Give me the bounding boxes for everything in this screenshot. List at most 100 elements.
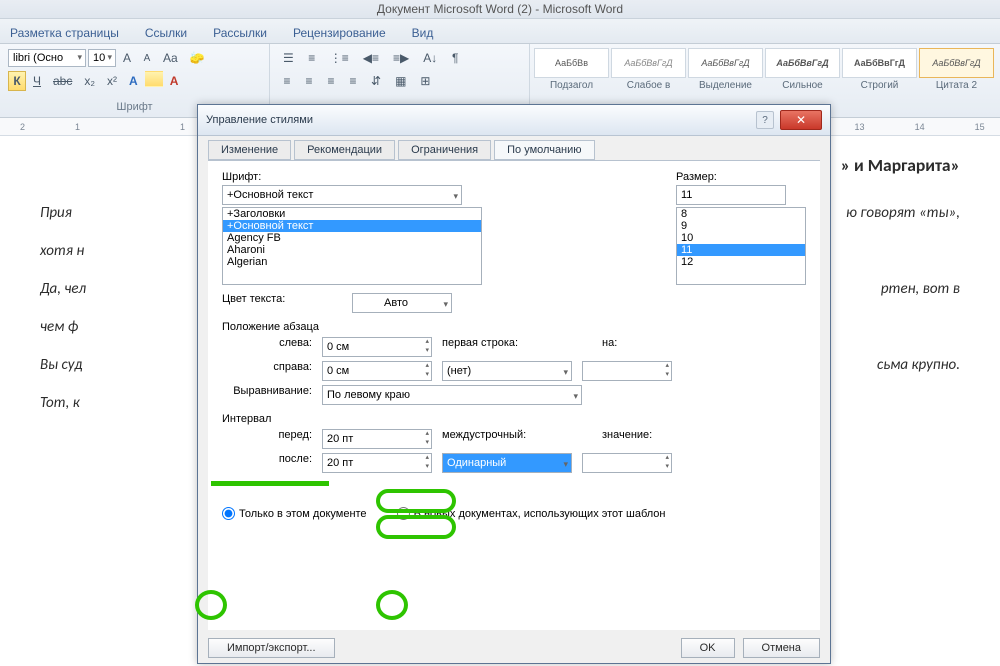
firstline-label: первая строка: — [442, 337, 592, 357]
list-item[interactable]: +Заголовки — [223, 208, 481, 220]
sort-icon[interactable]: A↓ — [418, 48, 442, 68]
bullets-icon[interactable]: ☰ — [278, 48, 299, 68]
na-input[interactable] — [582, 361, 672, 381]
size-listbox[interactable]: 8 9 10 11 12 — [676, 207, 806, 285]
align-left-icon[interactable]: ≡ — [278, 71, 296, 91]
list-item[interactable]: 9 — [677, 220, 805, 232]
bold-icon[interactable]: К — [8, 71, 26, 91]
style-name: Цитата 2 — [919, 80, 994, 91]
borders-icon[interactable]: ⊞ — [415, 71, 435, 91]
tab-edit[interactable]: Изменение — [208, 140, 291, 160]
text-effects-icon[interactable]: A — [124, 71, 143, 91]
manage-styles-dialog: Управление стилями ? ✕ Изменение Рекомен… — [197, 104, 831, 664]
interval-section: Интервал — [222, 413, 806, 425]
style-chip[interactable]: АаБбВвГгД — [688, 48, 763, 78]
list-item[interactable]: Agency FB — [223, 232, 481, 244]
close-icon[interactable]: ✕ — [780, 110, 822, 130]
tab-mailings[interactable]: Рассылки — [209, 23, 271, 43]
subscript-icon[interactable]: x₂ — [79, 71, 100, 91]
para-pos-section: Положение абзаца — [222, 321, 806, 333]
value-input[interactable] — [582, 453, 672, 473]
import-export-button[interactable]: Импорт/экспорт... — [208, 638, 335, 658]
value-label: значение: — [602, 429, 652, 449]
doc-text: ю говорят «ты», — [846, 204, 960, 222]
font-size-combo[interactable]: 10 — [88, 49, 116, 67]
tab-view[interactable]: Вид — [408, 23, 438, 43]
shrink-font-icon[interactable]: A — [138, 50, 156, 67]
change-case-icon[interactable]: Aa — [158, 48, 183, 68]
dialog-title: Управление стилями — [206, 114, 313, 126]
style-name: Сильное — [765, 80, 840, 91]
tab-review[interactable]: Рецензирование — [289, 23, 390, 43]
radio-this-doc[interactable]: Только в этом документе — [222, 507, 367, 520]
show-marks-icon[interactable]: ¶ — [446, 48, 464, 68]
ribbon-tabs: Разметка страницы Ссылки Рассылки Реценз… — [0, 19, 1000, 44]
before-label: перед: — [222, 429, 312, 449]
list-item[interactable]: 12 — [677, 256, 805, 268]
line-spacing-icon[interactable]: ⇵ — [366, 71, 386, 91]
grow-font-icon[interactable]: A — [118, 48, 136, 68]
right-label: справа: — [222, 361, 312, 381]
after-input[interactable]: 20 пт — [322, 453, 432, 473]
style-name: Выделение — [688, 80, 763, 91]
align-center-icon[interactable]: ≡ — [300, 71, 318, 91]
style-chip[interactable]: АаБбВвГгД — [919, 48, 994, 78]
align-right-icon[interactable]: ≡ — [322, 71, 340, 91]
cancel-button[interactable]: Отмена — [743, 638, 820, 658]
font-listbox[interactable]: +Заголовки +Основной текст Agency FB Aha… — [222, 207, 482, 285]
left-label: слева: — [222, 337, 312, 357]
multilevel-icon[interactable]: ⋮≡ — [325, 48, 354, 68]
right-input[interactable]: 0 см — [322, 361, 432, 381]
style-name: Слабое в — [611, 80, 686, 91]
font-label: Шрифт: — [222, 171, 342, 183]
font-color-icon[interactable]: A — [165, 71, 184, 91]
style-chip[interactable]: АаБбВвГгД — [611, 48, 686, 78]
color-label: Цвет текста: — [222, 293, 342, 313]
style-chip[interactable]: АаБбВв — [534, 48, 609, 78]
style-name: Строгий — [842, 80, 917, 91]
list-item[interactable]: 11 — [677, 244, 805, 256]
tab-recommend[interactable]: Рекомендации — [294, 140, 395, 160]
ok-button[interactable]: OK — [681, 638, 735, 658]
linespc-dropdown[interactable]: Одинарный — [442, 453, 572, 473]
shading-icon[interactable]: ▦ — [390, 71, 411, 91]
firstline-dropdown[interactable]: (нет) — [442, 361, 572, 381]
left-input[interactable]: 0 см — [322, 337, 432, 357]
list-item[interactable]: Algerian — [223, 256, 481, 268]
tab-references[interactable]: Ссылки — [141, 23, 191, 43]
doc-text: сьма крупно. — [877, 356, 960, 374]
list-item[interactable]: Aharoni — [223, 244, 481, 256]
style-chip[interactable]: АаБбВвГгД — [765, 48, 840, 78]
radio-template[interactable]: В новых документах, использующих этот ша… — [397, 507, 666, 520]
color-dropdown[interactable]: Авто — [352, 293, 452, 313]
list-item[interactable]: 10 — [677, 232, 805, 244]
tab-restrict[interactable]: Ограничения — [398, 140, 491, 160]
justify-icon[interactable]: ≡ — [344, 71, 362, 91]
font-input[interactable]: +Основной текст — [222, 185, 462, 205]
underline-icon[interactable]: Ч — [28, 71, 46, 91]
size-label: Размер: — [676, 171, 796, 183]
list-item[interactable]: +Основной текст — [223, 220, 481, 232]
window-title: Документ Microsoft Word (2) - Microsoft … — [0, 0, 1000, 19]
doc-text: ртен, вот в — [881, 280, 960, 298]
size-input[interactable]: 11 — [676, 185, 786, 205]
font-name-combo[interactable]: libri (Осно — [8, 49, 86, 67]
superscript-icon[interactable]: x² — [102, 71, 122, 91]
doc-text: Вы суд — [40, 356, 82, 374]
strike-icon[interactable]: abc — [48, 71, 77, 91]
numbering-icon[interactable]: ≡ — [303, 48, 321, 68]
tab-page-layout[interactable]: Разметка страницы — [6, 23, 123, 43]
highlight-icon[interactable] — [145, 71, 163, 87]
style-chip[interactable]: АаБбВвГгД — [842, 48, 917, 78]
after-label: после: — [222, 453, 312, 473]
help-icon[interactable]: ? — [756, 111, 774, 129]
indent-inc-icon[interactable]: ≡▶ — [388, 48, 414, 68]
tab-defaults[interactable]: По умолчанию — [494, 140, 594, 160]
clear-format-icon[interactable]: 🧽 — [185, 48, 210, 68]
align-dropdown[interactable]: По левому краю — [322, 385, 582, 405]
list-item[interactable]: 8 — [677, 208, 805, 220]
before-input[interactable]: 20 пт — [322, 429, 432, 449]
linespc-label: междустрочный: — [442, 429, 592, 449]
indent-dec-icon[interactable]: ◀≡ — [358, 48, 384, 68]
style-name: Подзагол — [534, 80, 609, 91]
